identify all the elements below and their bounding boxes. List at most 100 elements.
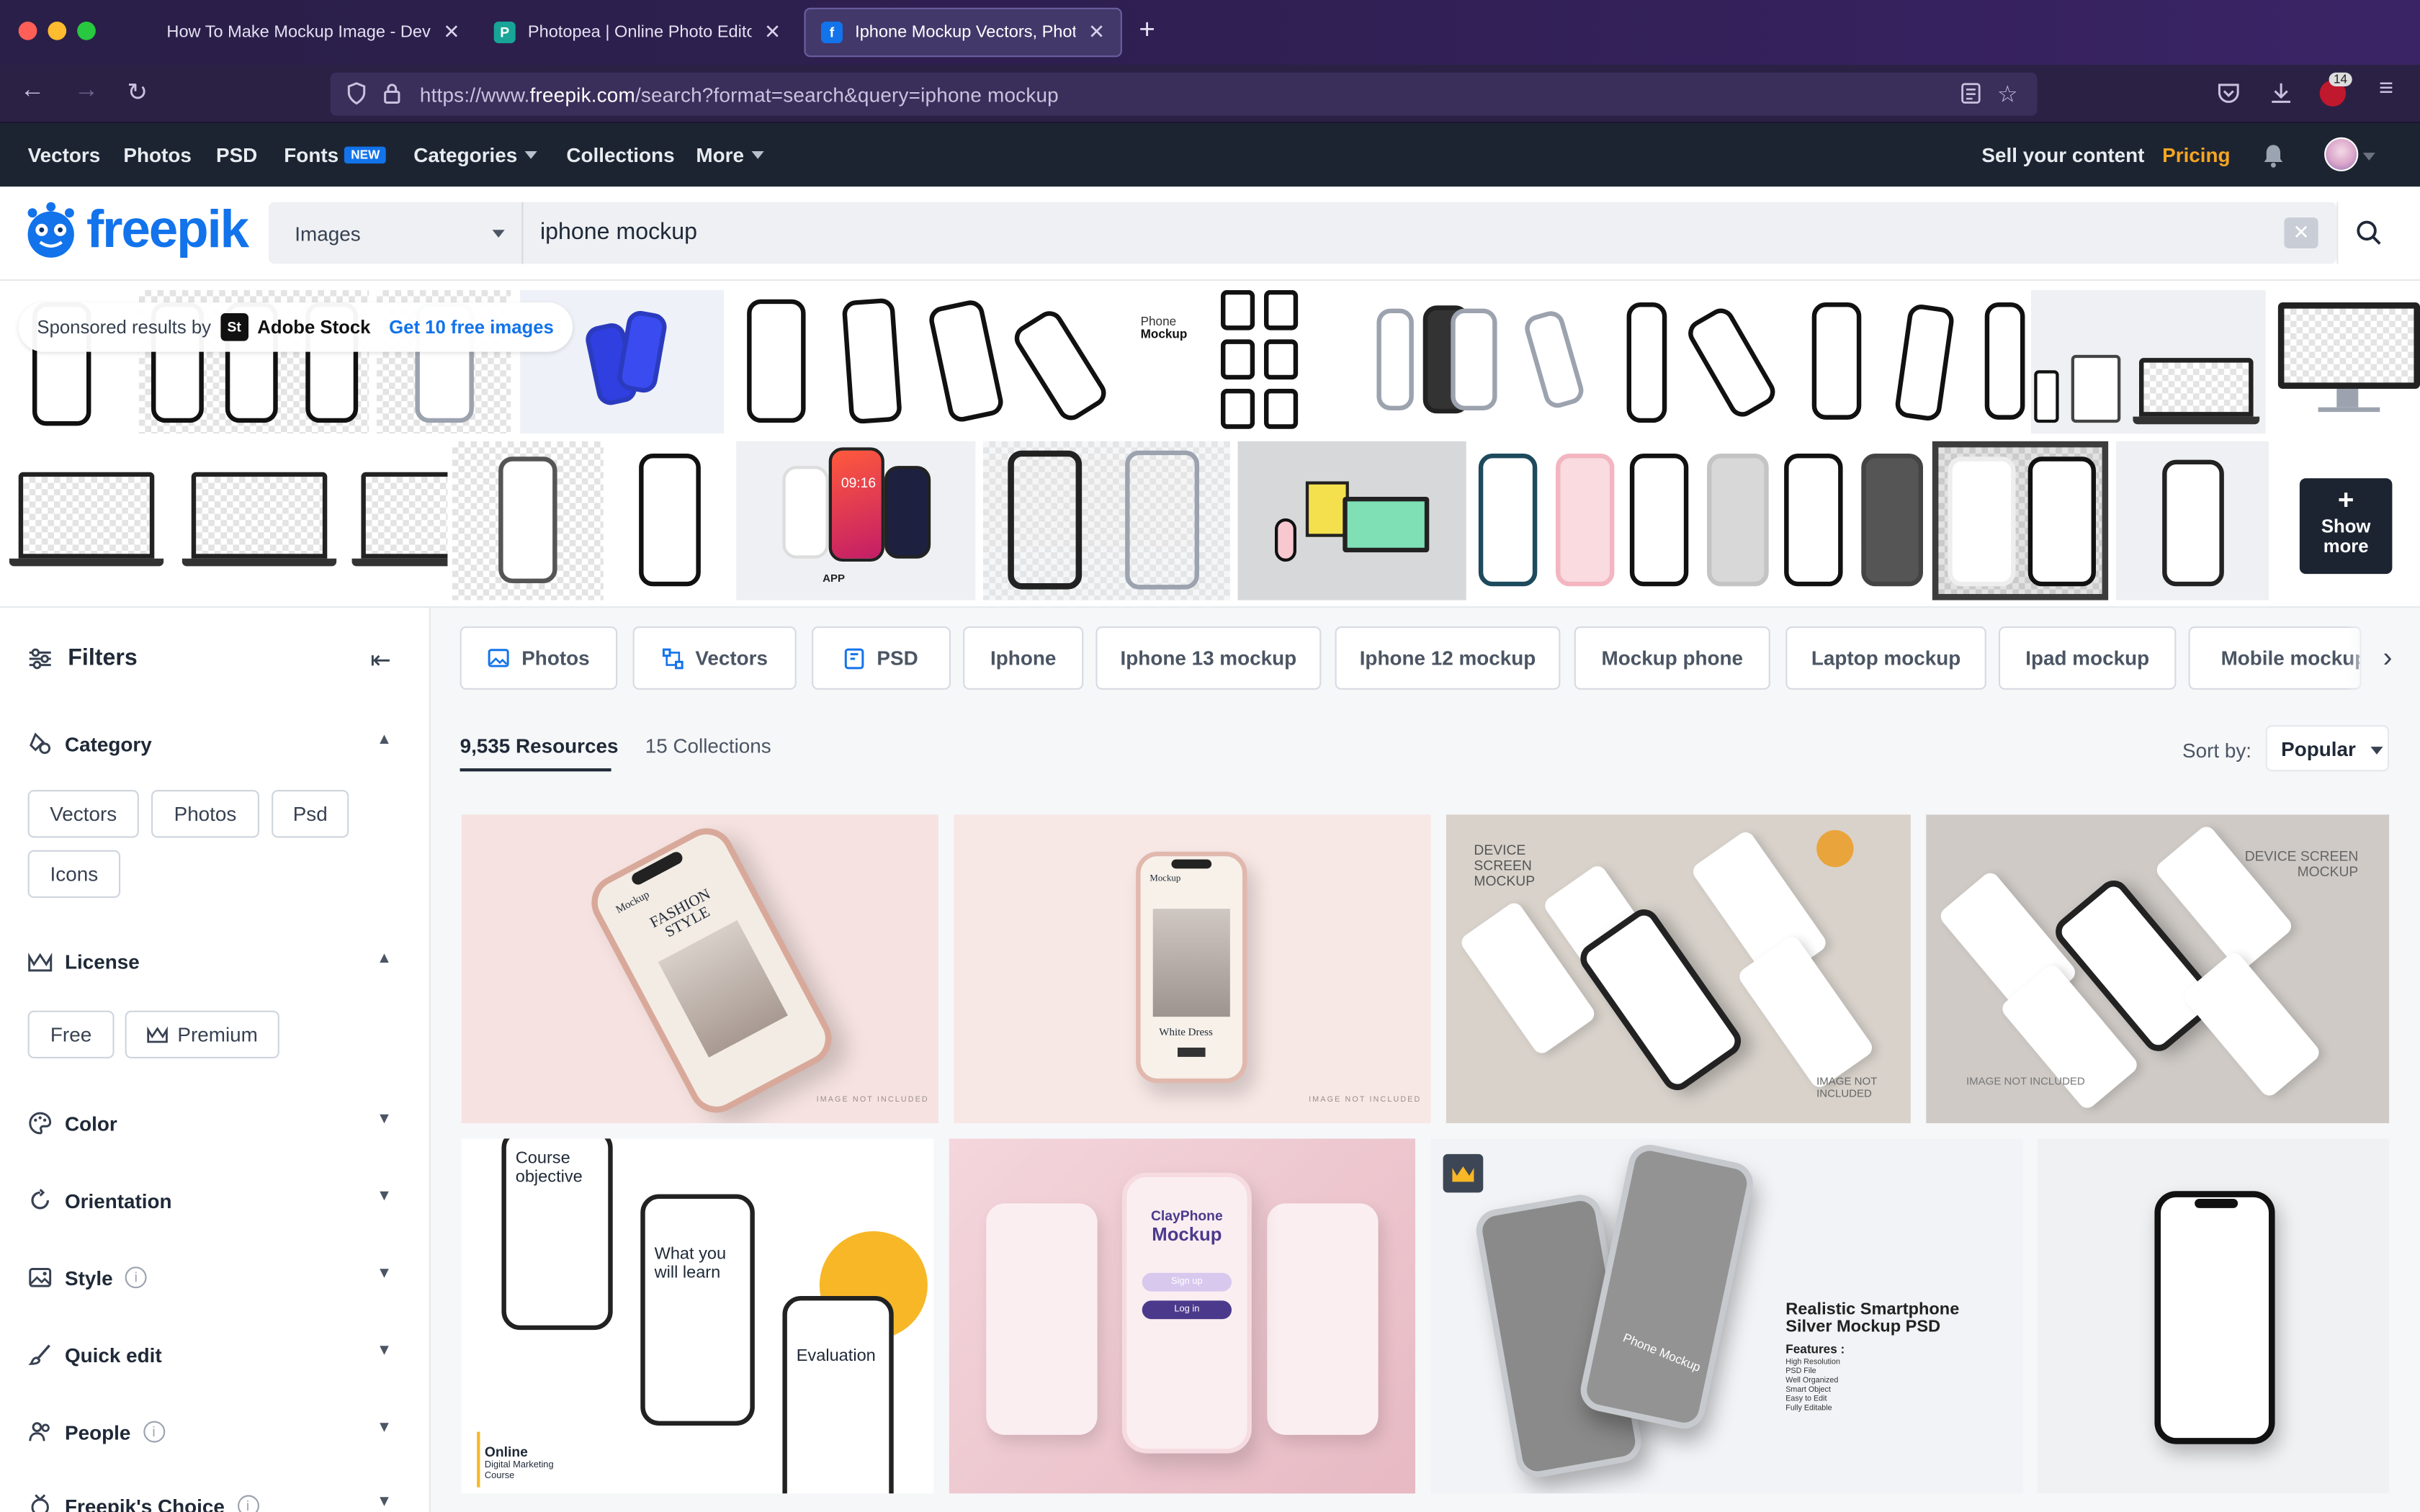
sort-dropdown[interactable]: Popular: [2265, 725, 2390, 772]
sponsored-thumbnail[interactable]: [983, 441, 1230, 600]
sponsored-thumbnail[interactable]: 09:16 APP: [736, 441, 976, 600]
filter-license[interactable]: License: [28, 950, 140, 973]
chevron-right-icon[interactable]: ›: [2346, 626, 2408, 690]
related-tag[interactable]: Mobile mockup: [2188, 626, 2362, 690]
result-card[interactable]: Mockup White Dress IMAGE NOT INCLUDED: [954, 814, 1431, 1123]
license-chip-free[interactable]: Free: [27, 1010, 115, 1058]
reload-icon[interactable]: ↻: [120, 77, 154, 108]
free-images-link[interactable]: Get 10 free images: [389, 316, 554, 338]
filter-color[interactable]: Color: [28, 1111, 117, 1135]
pocket-icon[interactable]: [2216, 82, 2241, 113]
sponsored-thumbnail[interactable]: [731, 289, 1127, 434]
chevron-down-icon[interactable]: ▼: [377, 1265, 392, 1282]
chevron-down-icon[interactable]: ▼: [377, 1493, 392, 1511]
chevron-up-icon[interactable]: ▲: [377, 950, 392, 968]
minimize-window-button[interactable]: [48, 22, 67, 40]
tab-close-icon[interactable]: ✕: [1088, 20, 1105, 45]
search-type-dropdown[interactable]: Images: [269, 202, 524, 264]
search-input[interactable]: [540, 219, 2238, 246]
sponsored-thumbnail[interactable]: [2272, 289, 2420, 434]
chevron-down-icon[interactable]: ▼: [377, 1188, 392, 1205]
forward-icon[interactable]: →: [69, 77, 103, 105]
related-tag[interactable]: Mockup phone: [1574, 626, 1770, 690]
new-tab-button[interactable]: +: [1139, 14, 1155, 46]
filter-orientation[interactable]: Orientation: [28, 1188, 172, 1212]
result-card[interactable]: Course objective What you will learn Eva…: [461, 1138, 934, 1494]
nav-vectors[interactable]: Vectors: [28, 143, 101, 166]
address-bar[interactable]: https://www.freepik.com/search?format=se…: [330, 72, 2038, 116]
collapse-sidebar-icon[interactable]: ⇤: [370, 645, 391, 676]
nav-photos[interactable]: Photos: [123, 143, 191, 166]
nav-collections[interactable]: Collections: [566, 143, 674, 166]
sponsored-thumbnail[interactable]: [1608, 289, 2028, 434]
nav-psd[interactable]: PSD: [216, 143, 257, 166]
bookmark-star-icon[interactable]: ☆: [1997, 80, 2018, 108]
tab-close-icon[interactable]: ✕: [764, 20, 781, 45]
sponsored-thumbnail[interactable]: [1932, 441, 2109, 600]
sponsored-thumbnail[interactable]: [1355, 289, 1603, 434]
result-card[interactable]: Phone Mockup Realistic Smartphone Silver…: [1430, 1138, 2024, 1494]
tab-collections[interactable]: 15 Collections: [645, 734, 771, 757]
category-chip-vectors[interactable]: Vectors: [27, 790, 139, 838]
filter-style[interactable]: Style i: [28, 1265, 147, 1290]
nav-more[interactable]: More: [696, 143, 764, 166]
info-icon[interactable]: i: [236, 1495, 259, 1512]
pricing-link[interactable]: Pricing: [2162, 143, 2230, 166]
result-card[interactable]: [2037, 1138, 2390, 1494]
filter-quick-edit[interactable]: Quick edit: [28, 1342, 162, 1367]
filter-people[interactable]: People i: [28, 1419, 165, 1444]
sponsored-thumbnail[interactable]: [1472, 441, 1930, 600]
category-chip-photos[interactable]: Photos: [151, 790, 259, 838]
sponsored-thumbnail[interactable]: [2115, 441, 2269, 600]
related-tag[interactable]: Ipad mockup: [1999, 626, 2177, 690]
related-tag[interactable]: Laptop mockup: [1785, 626, 1986, 690]
avatar[interactable]: [2324, 137, 2359, 171]
show-more-button[interactable]: + Show more: [2299, 478, 2393, 575]
result-card[interactable]: ClayPhone Mockup Sign up Log in: [949, 1138, 1415, 1494]
browser-tab-active[interactable]: f Iphone Mockup Vectors, Photos ✕: [804, 7, 1122, 58]
license-chip-premium[interactable]: Premium: [125, 1010, 279, 1058]
shield-icon[interactable]: [346, 82, 367, 113]
chevron-down-icon[interactable]: ▼: [377, 1111, 392, 1128]
filter-category[interactable]: Category: [28, 732, 152, 756]
chevron-down-icon[interactable]: ▼: [377, 1342, 392, 1359]
sell-content-link[interactable]: Sell your content: [1981, 143, 2144, 166]
category-chip-icons[interactable]: Icons: [27, 850, 121, 899]
chevron-down-icon[interactable]: ▼: [377, 1419, 392, 1436]
related-tag-psd[interactable]: PSD: [812, 626, 951, 690]
nav-categories[interactable]: Categories: [413, 143, 538, 166]
freepik-logo[interactable]: freepik: [22, 199, 249, 261]
result-card[interactable]: DEVICE SCREEN MOCKUP IMAGE NOT INCLUDED: [1926, 814, 2390, 1123]
category-chip-psd[interactable]: Psd: [272, 790, 349, 838]
sponsored-thumbnail[interactable]: [1237, 441, 1466, 600]
related-tag-photos[interactable]: Photos: [460, 626, 618, 690]
chevron-up-icon[interactable]: ▲: [377, 732, 392, 749]
info-icon[interactable]: i: [125, 1266, 147, 1289]
related-tag-vectors[interactable]: Vectors: [632, 626, 797, 690]
result-card[interactable]: DEVICE SCREEN MOCKUP IMAGE NOT INCLUDED: [1446, 814, 1911, 1123]
browser-tab[interactable]: P Photopea | Online Photo Editor ✕: [478, 8, 796, 58]
filter-freepiks-choice[interactable]: Freepik's Choice i: [28, 1493, 259, 1512]
back-icon[interactable]: ←: [15, 77, 49, 105]
sponsored-thumbnail[interactable]: [608, 441, 732, 600]
sponsored-thumbnail[interactable]: [452, 441, 604, 600]
search-button[interactable]: [2336, 202, 2398, 264]
tab-close-icon[interactable]: ✕: [443, 20, 460, 45]
maximize-window-button[interactable]: [77, 22, 96, 40]
nav-fonts[interactable]: Fonts NEW: [284, 143, 386, 166]
reader-view-icon[interactable]: [1960, 82, 1981, 113]
clear-search-icon[interactable]: ✕: [2284, 217, 2318, 248]
menu-icon[interactable]: ≡: [2369, 76, 2403, 104]
result-card[interactable]: Mockup FASHION STYLE IMAGE NOT INCLUDED: [461, 814, 938, 1123]
browser-tab[interactable]: How To Make Mockup Image - Devle ✕: [151, 8, 475, 58]
related-tag[interactable]: Iphone: [963, 626, 1084, 690]
sponsored-thumbnail[interactable]: Phone Mockup: [1131, 289, 1348, 434]
tab-resources[interactable]: 9,535 Resources: [460, 734, 619, 757]
downloads-icon[interactable]: [2269, 80, 2293, 112]
sponsored-thumbnail[interactable]: [2031, 289, 2266, 434]
close-window-button[interactable]: [18, 22, 37, 40]
bell-icon[interactable]: [2261, 142, 2285, 176]
sponsored-thumbnail[interactable]: [0, 441, 448, 600]
related-tag[interactable]: Iphone 12 mockup: [1335, 626, 1561, 690]
related-tag[interactable]: Iphone 13 mockup: [1095, 626, 1322, 690]
